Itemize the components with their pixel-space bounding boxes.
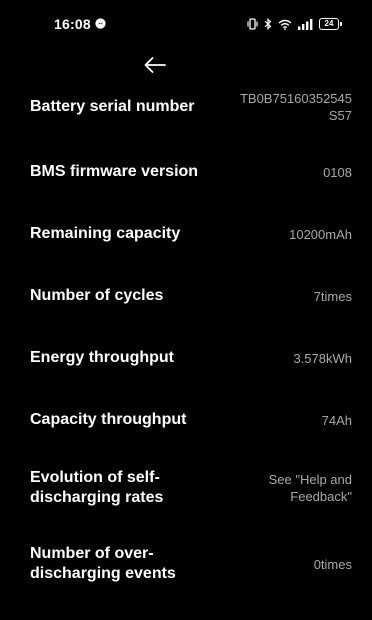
info-label: Evolution of self-discharging rates [30, 469, 164, 506]
info-value: 74Ah [321, 412, 352, 428]
battery-level: 24 [319, 18, 339, 30]
battery-tip [340, 22, 342, 26]
info-value: 0108 [323, 164, 352, 180]
row-over-discharging-events: Number of over-discharging events 0times [30, 542, 352, 586]
wifi-icon [278, 19, 292, 30]
info-value: 0times [313, 556, 352, 572]
bluetooth-icon [264, 18, 272, 30]
info-label: Energy throughput [30, 349, 174, 366]
status-time: 16:08 [54, 16, 91, 32]
info-value: 3.578kWh [293, 350, 352, 366]
row-bms-firmware-version: BMS firmware version 0108 [30, 160, 352, 184]
info-label: Number of over-discharging events [30, 545, 176, 582]
info-label: Remaining capacity [30, 225, 181, 242]
row-energy-throughput: Energy throughput 3.578kWh [30, 346, 352, 370]
info-label: Capacity throughput [30, 411, 187, 428]
signal-icon [298, 18, 313, 30]
vibrate-icon [247, 18, 258, 30]
messenger-icon [95, 18, 106, 29]
info-label: BMS firmware version [30, 163, 199, 180]
info-label: Battery serial number [30, 98, 195, 115]
row-self-discharging-rates: Evolution of self-discharging rates See … [30, 466, 352, 510]
status-icons: 24 [247, 16, 342, 32]
back-button[interactable] [140, 52, 170, 78]
status-bar: 16:08 24 [0, 0, 372, 48]
row-remaining-capacity: Remaining capacity 10200mAh [30, 222, 352, 246]
arrow-left-icon [144, 57, 166, 73]
battery-icon: 24 [319, 18, 342, 30]
row-number-of-cycles: Number of cycles 7times [30, 284, 352, 308]
info-value: TB0B75160352545S57 [239, 91, 352, 123]
info-value: 10200mAh [289, 226, 352, 242]
info-value: 7times [313, 288, 352, 304]
info-label: Number of cycles [30, 287, 164, 304]
row-battery-serial-number: Battery serial number TB0B75160352545S57 [30, 90, 352, 124]
row-capacity-throughput: Capacity throughput 74Ah [30, 408, 352, 432]
info-value: See "Help and Feedback" [268, 472, 352, 504]
